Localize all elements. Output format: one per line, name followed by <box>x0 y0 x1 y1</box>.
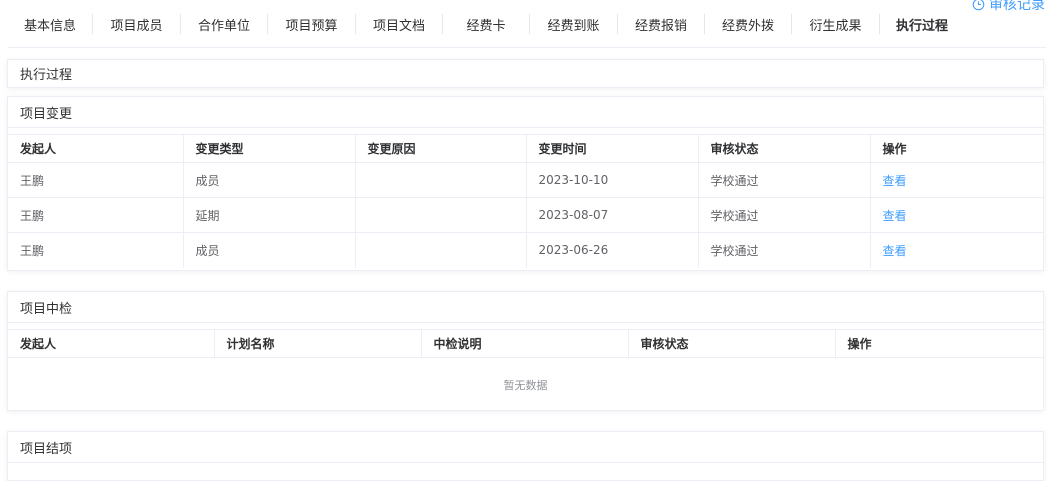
table-row: 王鹏 延期 2023-08-07 学校通过 查看 <box>8 197 1043 233</box>
project-midterm-card: 项目中检 发起人 计划名称 中检说明 审核状态 操作 暂无数据 <box>7 291 1044 411</box>
review-status-cell: 学校通过 <box>698 162 871 198</box>
clock-icon <box>972 0 985 10</box>
table-row: 王鹏 成员 2023-06-26 学校通过 查看 <box>8 232 1043 268</box>
tab-execution-process[interactable]: 执行过程 <box>880 14 964 34</box>
tab-budget[interactable]: 项目预算 <box>268 14 356 34</box>
audit-record-label: 审核记录 <box>989 0 1045 13</box>
column-header: 变更时间 <box>526 134 699 163</box>
review-status-cell: 学校通过 <box>698 232 871 268</box>
change-reason-cell <box>355 232 527 268</box>
initiator-cell: 王鹏 <box>8 162 184 198</box>
change-reason-cell <box>355 197 527 233</box>
table-header-row: 发起人 变更类型 变更原因 变更时间 审核状态 操作 <box>8 134 1043 163</box>
tab-reimbursement[interactable]: 经费报销 <box>618 14 705 34</box>
column-header: 操作 <box>835 329 1043 358</box>
column-header: 发起人 <box>8 329 215 358</box>
review-status-cell: 学校通过 <box>698 197 871 233</box>
column-header: 变更类型 <box>183 134 356 163</box>
tab-partners[interactable]: 合作单位 <box>181 14 268 34</box>
view-button[interactable]: 查看 <box>870 162 1043 198</box>
column-header: 审核状态 <box>628 329 836 358</box>
tab-basic-info[interactable]: 基本信息 <box>8 14 93 34</box>
project-change-card: 项目变更 发起人 变更类型 变更原因 变更时间 审核状态 操作 王鹏 成员 20… <box>7 96 1044 271</box>
tab-funding-card[interactable]: 经费卡 <box>443 14 530 34</box>
empty-state-text: 暂无数据 <box>503 378 548 392</box>
view-button[interactable]: 查看 <box>870 197 1043 233</box>
change-type-cell: 成员 <box>183 232 356 268</box>
project-change-title: 项目变更 <box>8 97 1043 128</box>
change-time-cell: 2023-10-10 <box>526 162 699 198</box>
project-midterm-title: 项目中检 <box>8 292 1043 323</box>
initiator-cell: 王鹏 <box>8 197 184 233</box>
tab-bar: 基本信息 项目成员 合作单位 项目预算 项目文档 经费卡 经费到账 经费报销 经… <box>8 14 1046 48</box>
tab-documents[interactable]: 项目文档 <box>356 14 443 34</box>
project-closing-card: 项目结项 <box>7 431 1044 481</box>
column-header: 中检说明 <box>421 329 629 358</box>
project-change-table: 发起人 变更类型 变更原因 变更时间 审核状态 操作 王鹏 成员 2023-10… <box>8 134 1043 268</box>
initiator-cell: 王鹏 <box>8 232 184 268</box>
project-closing-title: 项目结项 <box>8 432 1043 463</box>
change-time-cell: 2023-08-07 <box>526 197 699 233</box>
change-type-cell: 延期 <box>183 197 356 233</box>
column-header: 变更原因 <box>355 134 527 163</box>
column-header: 计划名称 <box>214 329 422 358</box>
column-header: 发起人 <box>8 134 184 163</box>
audit-record-link[interactable]: 审核记录 <box>972 0 1045 14</box>
execution-process-card: 执行过程 <box>7 59 1044 88</box>
tab-external-allocation[interactable]: 经费外拨 <box>705 14 792 34</box>
change-type-cell: 成员 <box>183 162 356 198</box>
tab-members[interactable]: 项目成员 <box>93 14 181 34</box>
tab-derived-results[interactable]: 衍生成果 <box>792 14 880 34</box>
view-button[interactable]: 查看 <box>870 233 1043 268</box>
column-header: 操作 <box>870 134 1043 163</box>
tab-funding-received[interactable]: 经费到账 <box>530 14 618 34</box>
project-midterm-table: 发起人 计划名称 中检说明 审核状态 操作 <box>8 329 1043 358</box>
column-header: 审核状态 <box>698 134 871 163</box>
table-row: 王鹏 成员 2023-10-10 学校通过 查看 <box>8 162 1043 198</box>
section-title: 执行过程 <box>20 68 73 83</box>
table-header-row: 发起人 计划名称 中检说明 审核状态 操作 <box>8 329 1043 358</box>
change-time-cell: 2023-06-26 <box>526 232 699 268</box>
change-reason-cell <box>355 162 527 198</box>
